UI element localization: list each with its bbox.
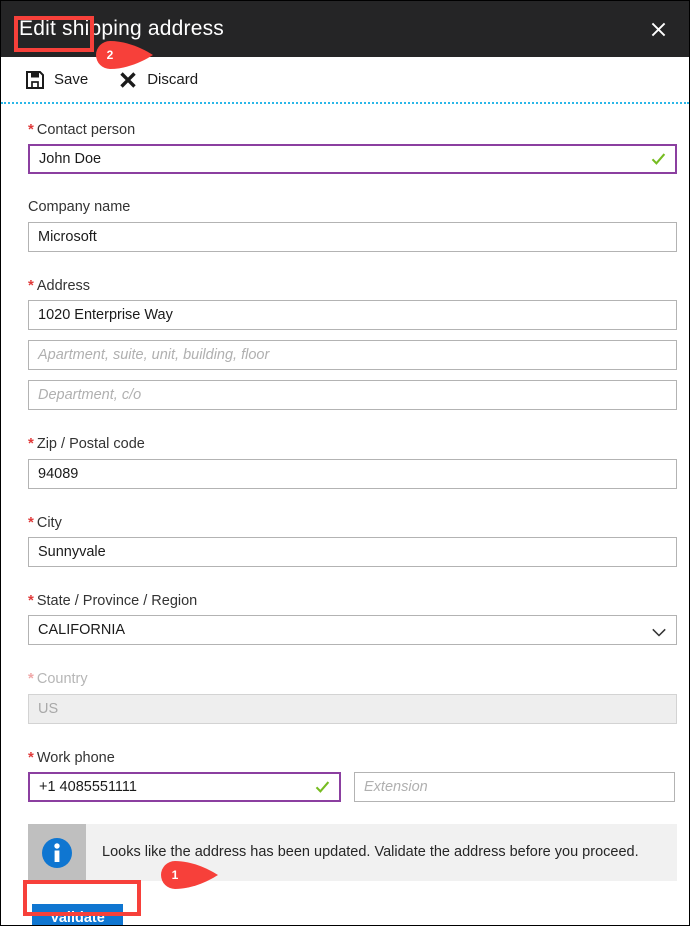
required-asterisk: * bbox=[28, 121, 34, 138]
label-contact-person: * Contact person bbox=[28, 121, 136, 138]
field-state-province: * State / Province / Region CALIFORNIA bbox=[28, 585, 677, 646]
page-title: Edit shipping address bbox=[19, 17, 224, 40]
address-form: * Contact person John Doe Company name Mi… bbox=[1, 104, 689, 925]
info-icon bbox=[40, 836, 74, 870]
save-button[interactable]: Save bbox=[19, 65, 94, 95]
state-province-select[interactable]: CALIFORNIA bbox=[28, 615, 677, 646]
field-company-name: Company name Microsoft bbox=[28, 192, 677, 252]
chevron-down-icon[interactable] bbox=[652, 626, 666, 637]
discard-x-icon bbox=[118, 70, 138, 90]
address-line3-placeholder: Department, c/o bbox=[38, 387, 142, 404]
company-name-value: Microsoft bbox=[38, 228, 97, 245]
check-icon bbox=[651, 152, 666, 167]
label-zip: * Zip / Postal code bbox=[28, 435, 145, 453]
callout-number: 1 bbox=[171, 868, 179, 882]
check-icon bbox=[315, 780, 330, 795]
address-line3-input[interactable]: Department, c/o bbox=[28, 380, 677, 411]
work-phone-value: +1 4085551111 bbox=[39, 779, 137, 796]
work-phone-input[interactable]: +1 4085551111 bbox=[28, 772, 342, 803]
extension-placeholder: Extension bbox=[364, 779, 428, 796]
contact-person-input[interactable]: John Doe bbox=[28, 144, 677, 175]
field-contact-person: * Contact person John Doe bbox=[28, 114, 677, 175]
field-address-line2: Apartment, suite, unit, building, floor bbox=[28, 340, 677, 371]
close-glyph bbox=[651, 22, 665, 36]
required-asterisk: * bbox=[28, 670, 34, 688]
address-input[interactable]: 1020 Enterprise Way bbox=[28, 300, 677, 331]
field-country: * Country US bbox=[28, 663, 677, 724]
zip-input[interactable]: 94089 bbox=[28, 458, 677, 489]
required-asterisk: * bbox=[28, 513, 34, 531]
field-address: * Address 1020 Enterprise Way bbox=[28, 270, 677, 331]
label-state-province: * State / Province / Region bbox=[28, 591, 198, 609]
label-city: * City bbox=[28, 513, 62, 531]
info-icon-container bbox=[28, 824, 86, 882]
required-asterisk: * bbox=[28, 748, 34, 766]
callout-marker-1: 1 bbox=[161, 861, 219, 889]
validate-button[interactable]: Validate bbox=[32, 904, 123, 925]
extension-input[interactable]: Extension bbox=[354, 772, 675, 803]
label-country: * Country bbox=[28, 670, 88, 688]
country-value: US bbox=[38, 700, 59, 717]
callout-marker-2: 2 bbox=[96, 41, 154, 69]
field-city: * City Sunnyvale bbox=[28, 507, 677, 567]
company-name-input[interactable]: Microsoft bbox=[28, 221, 677, 252]
city-value: Sunnyvale bbox=[38, 543, 106, 560]
address-line2-input[interactable]: Apartment, suite, unit, building, floor bbox=[28, 340, 677, 371]
required-asterisk: * bbox=[28, 591, 34, 609]
close-icon[interactable] bbox=[641, 12, 675, 46]
save-button-label: Save bbox=[54, 71, 89, 88]
info-banner: Looks like the address has been updated.… bbox=[28, 824, 677, 882]
field-zip: * Zip / Postal code 94089 bbox=[28, 428, 677, 489]
field-address-line3: Department, c/o bbox=[28, 380, 677, 411]
field-work-phone: * Work phone +1 4085551111 Extension bbox=[28, 742, 675, 803]
save-floppy-disk-icon bbox=[25, 70, 45, 90]
country-input: US bbox=[28, 693, 677, 724]
address-line2-placeholder: Apartment, suite, unit, building, floor bbox=[38, 347, 270, 364]
address-value: 1020 Enterprise Way bbox=[38, 307, 173, 324]
label-address: * Address bbox=[28, 276, 91, 294]
edit-shipping-address-dialog: Edit shipping address Save Discard * Con… bbox=[0, 0, 690, 926]
required-asterisk: * bbox=[28, 276, 34, 294]
city-input[interactable]: Sunnyvale bbox=[28, 536, 677, 567]
label-company-name: Company name bbox=[28, 199, 131, 216]
required-asterisk: * bbox=[28, 435, 34, 453]
callout-number: 2 bbox=[106, 48, 114, 62]
discard-button[interactable]: Discard bbox=[112, 65, 204, 95]
state-province-value: CALIFORNIA bbox=[38, 622, 126, 639]
label-work-phone: * Work phone bbox=[28, 748, 115, 766]
discard-button-label: Discard bbox=[147, 71, 199, 88]
zip-value: 94089 bbox=[38, 465, 79, 482]
contact-person-value: John Doe bbox=[39, 151, 102, 168]
work-phone-row: +1 4085551111 Extension bbox=[28, 772, 675, 803]
